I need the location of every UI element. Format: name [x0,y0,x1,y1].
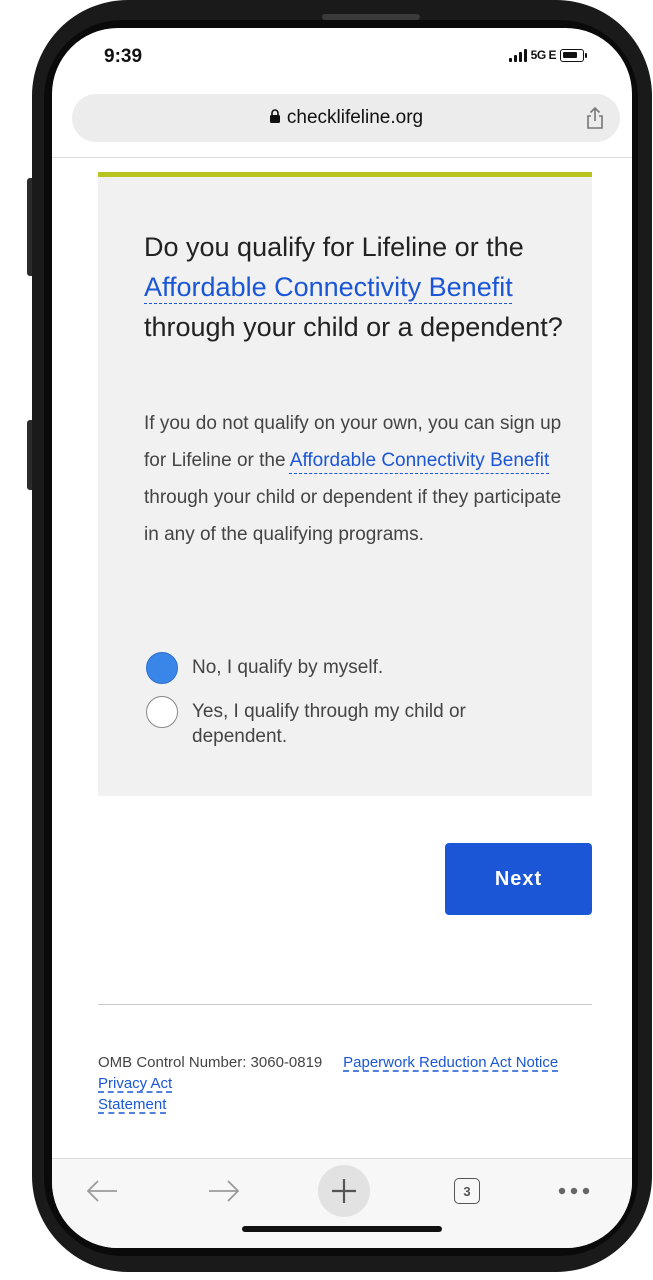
radio-selected-icon[interactable] [146,652,178,684]
question-text-end: through your child or a dependent? [144,312,563,342]
signal-icon [508,48,527,62]
back-button[interactable] [80,1171,124,1211]
question-text: Do you qualify for Lifeline or the [144,232,524,262]
phone-screen: 9:39 5G E checklifeline.org Do you quali… [52,28,632,1248]
arrow-right-icon [209,1180,240,1202]
more-button[interactable] [552,1171,596,1211]
footer: OMB Control Number: 3060-0819 Paperwork … [98,1052,592,1115]
more-icon [558,1187,590,1195]
share-icon[interactable] [586,106,604,130]
lock-icon [269,109,280,123]
tab-count: 3 [463,1183,471,1199]
forward-button[interactable] [202,1171,246,1211]
network-type: 5G E [530,48,557,62]
option-yes[interactable]: Yes, I qualify through my child or depen… [146,696,506,749]
url-display[interactable]: checklifeline.org [72,107,620,129]
next-button[interactable]: Next [445,843,592,915]
footer-divider [98,1004,592,1005]
status-time: 9:39 [104,46,143,67]
question-description: If you do not qualify on your own, you c… [144,405,564,553]
status-indicators: 5G E [508,48,587,62]
url-text: checklifeline.org [286,107,424,128]
acb-link-description[interactable]: Affordable Connectivity Benefit [290,450,549,471]
omb-control-number: OMB Control Number: 3060-0819 [98,1054,323,1071]
description-text-end: through your child or dependent if they … [144,487,562,545]
tab-count-icon: 3 [454,1178,480,1204]
tabs-button[interactable]: 3 [452,1171,482,1211]
radio-unselected-icon[interactable] [146,696,178,728]
divider [52,157,632,158]
plus-icon [332,1179,356,1203]
browser-toolbar: 3 [52,1158,632,1248]
option-yes-label[interactable]: Yes, I qualify through my child or depen… [192,699,506,749]
option-no-label[interactable]: No, I qualify by myself. [192,655,383,680]
option-no[interactable]: No, I qualify by myself. [146,652,383,684]
home-indicator [242,1226,442,1232]
arrow-left-icon [86,1180,117,1202]
question-card: Do you qualify for Lifeline or the Affor… [98,172,592,796]
paperwork-reduction-link[interactable]: Paperwork Reduction Act Notice [343,1054,558,1071]
new-tab-button[interactable] [318,1165,370,1217]
address-bar[interactable]: checklifeline.org [72,94,620,142]
battery-icon [560,48,587,62]
acb-link[interactable]: Affordable Connectivity Benefit [144,272,513,302]
privacy-act-link[interactable]: Privacy Act Statement [98,1073,193,1115]
question-heading: Do you qualify for Lifeline or the Affor… [144,227,564,347]
